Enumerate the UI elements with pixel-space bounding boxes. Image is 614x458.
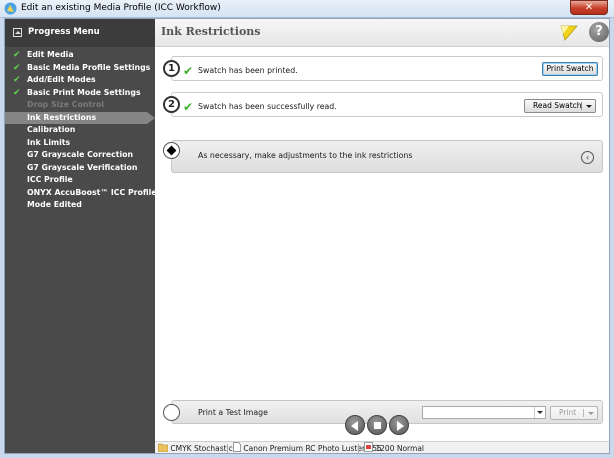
sidebar-item-g7-verification[interactable]: G7 Grayscale Verification bbox=[5, 162, 155, 175]
step-adjust-ink: As necessary, make adjustments to the in… bbox=[171, 140, 603, 173]
progress-sidebar: Progress Menu ✔ Edit Media ✔ Basic Media P… bbox=[5, 19, 157, 453]
sidebar-item-label: ONYX AccuBoost™ ICC Profile bbox=[27, 187, 157, 197]
print-test-step-icon bbox=[163, 404, 180, 421]
read-swatch-button[interactable]: Read Swatch bbox=[524, 99, 596, 113]
sidebar-item-add-edit-modes[interactable]: ✔ Add/Edit Modes bbox=[5, 74, 155, 87]
check-icon: ✔ bbox=[13, 87, 21, 98]
help-icon[interactable]: ? bbox=[589, 22, 609, 42]
split-divider bbox=[581, 102, 582, 110]
progress-menu-header[interactable]: Progress Menu bbox=[5, 19, 155, 47]
chevron-down-icon[interactable] bbox=[586, 105, 592, 108]
media-text: Canon Premium RC Photo Luster 255 bbox=[243, 444, 382, 453]
print-button: Print bbox=[550, 406, 598, 420]
sidebar-item-label: G7 Grayscale Correction bbox=[27, 150, 134, 159]
sidebar-item-basic-media-profile[interactable]: ✔ Basic Media Profile Settings bbox=[5, 62, 155, 75]
check-icon: ✔ bbox=[13, 75, 21, 85]
arrow-left-icon bbox=[351, 421, 358, 431]
sidebar-item-label: Basic Print Mode Settings bbox=[27, 87, 141, 97]
step-print-swatch: ✔ Swatch has been printed. Print Swatch bbox=[171, 56, 603, 81]
sidebar-item-label: ICC Profile bbox=[27, 175, 73, 184]
read-swatch-label: Read Swatch bbox=[533, 101, 582, 110]
sidebar-item-label: G7 Grayscale Verification bbox=[27, 162, 138, 172]
stop-icon bbox=[374, 422, 381, 429]
print-mode-icon bbox=[364, 442, 373, 452]
step-read-swatch: ✔ Swatch has been successfully read. Rea… bbox=[171, 92, 603, 117]
chevron-left-icon[interactable]: ‹ bbox=[581, 151, 594, 164]
print-test-label: Print a Test Image bbox=[198, 408, 268, 417]
sidebar-item-ink-limits[interactable]: Ink Limits bbox=[5, 137, 155, 150]
progress-menu-title: Progress Menu bbox=[28, 27, 100, 37]
window-title: Edit an existing Media Profile (ICC Work… bbox=[21, 3, 221, 13]
sidebar-item-g7-correction[interactable]: G7 Grayscale Correction bbox=[5, 149, 155, 162]
status-separator bbox=[227, 444, 228, 453]
check-icon: ✔ bbox=[183, 100, 194, 114]
chevron-down-icon[interactable] bbox=[534, 407, 545, 418]
sidebar-item-icc-profile[interactable]: ICC Profile bbox=[5, 174, 155, 187]
step-2-text: Swatch has been successfully read. bbox=[198, 102, 337, 111]
step-1-badge: 1 bbox=[163, 60, 180, 77]
flag-icon[interactable] bbox=[559, 24, 579, 42]
sidebar-item-label: Mode Edited bbox=[27, 200, 82, 209]
folder-icon bbox=[157, 443, 169, 453]
check-icon: ✔ bbox=[13, 50, 21, 60]
resolution-text: 1200 Normal bbox=[375, 444, 424, 453]
step-3-text: As necessary, make adjustments to the in… bbox=[198, 151, 413, 160]
back-button[interactable] bbox=[345, 415, 365, 435]
sidebar-item-label: Ink Limits bbox=[27, 137, 71, 147]
window-titlebar: Edit an existing Media Profile (ICC Work… bbox=[0, 0, 614, 18]
sidebar-item-calibration[interactable]: Calibration bbox=[5, 124, 155, 137]
document-icon bbox=[233, 442, 241, 452]
sidebar-item-accuboost[interactable]: ONYX AccuBoost™ ICC Profile bbox=[5, 187, 157, 200]
stop-button[interactable] bbox=[367, 415, 387, 435]
sidebar-item-basic-print-mode[interactable]: ✔ Basic Print Mode Settings bbox=[5, 87, 155, 100]
step-2-badge: 2 bbox=[163, 96, 180, 113]
split-divider bbox=[583, 409, 584, 417]
collapse-up-icon[interactable] bbox=[13, 28, 22, 37]
dialog-frame: Progress Menu ✔ Edit Media ✔ Basic Media P… bbox=[4, 18, 610, 454]
sidebar-item-drop-size: Drop Size Control bbox=[5, 99, 155, 112]
step-1-text: Swatch has been printed. bbox=[198, 66, 298, 75]
sidebar-item-label: Calibration bbox=[27, 125, 76, 134]
print-button-label: Print bbox=[559, 408, 577, 417]
sidebar-item-edit-media[interactable]: ✔ Edit Media bbox=[5, 49, 155, 62]
status-bar: CMYK Stochastic Canon Premium RC Photo L… bbox=[155, 441, 609, 453]
print-swatch-button[interactable]: Print Swatch bbox=[542, 62, 598, 76]
main-header: Ink Restrictions ? bbox=[155, 19, 609, 47]
status-media: Canon Premium RC Photo Luster 255 bbox=[233, 442, 382, 453]
color-mode-text: CMYK Stochastic bbox=[170, 444, 233, 453]
sidebar-item-label: Edit Media bbox=[27, 50, 74, 59]
status-color-mode: CMYK Stochastic bbox=[157, 442, 233, 453]
progress-steps-list: ✔ Edit Media ✔ Basic Media Profile Setting… bbox=[5, 49, 157, 212]
next-button[interactable] bbox=[389, 415, 409, 435]
status-resolution: 1200 Normal bbox=[364, 442, 424, 453]
page-title: Ink Restrictions bbox=[161, 25, 261, 38]
arrow-right-icon bbox=[397, 421, 404, 431]
current-step-diamond-icon bbox=[163, 142, 180, 159]
check-icon: ✔ bbox=[13, 62, 21, 73]
sidebar-item-mode-edited[interactable]: Mode Edited bbox=[5, 199, 155, 212]
sidebar-item-label: Drop Size Control bbox=[27, 100, 105, 109]
sidebar-item-label: Basic Media Profile Settings bbox=[27, 62, 151, 72]
main-panel: Ink Restrictions ? ✔ Swatch has been pri… bbox=[155, 19, 609, 453]
sidebar-item-label: Ink Restrictions bbox=[27, 112, 97, 122]
test-image-select[interactable] bbox=[422, 406, 546, 419]
status-separator bbox=[358, 444, 359, 453]
app-icon bbox=[4, 2, 17, 15]
close-button[interactable]: ✕ bbox=[570, 0, 608, 15]
wizard-nav bbox=[345, 415, 415, 439]
chevron-down-icon bbox=[588, 412, 594, 415]
check-icon: ✔ bbox=[183, 64, 194, 78]
sidebar-item-label: Add/Edit Modes bbox=[27, 75, 96, 84]
sidebar-item-ink-restrictions[interactable]: Ink Restrictions bbox=[5, 111, 155, 124]
